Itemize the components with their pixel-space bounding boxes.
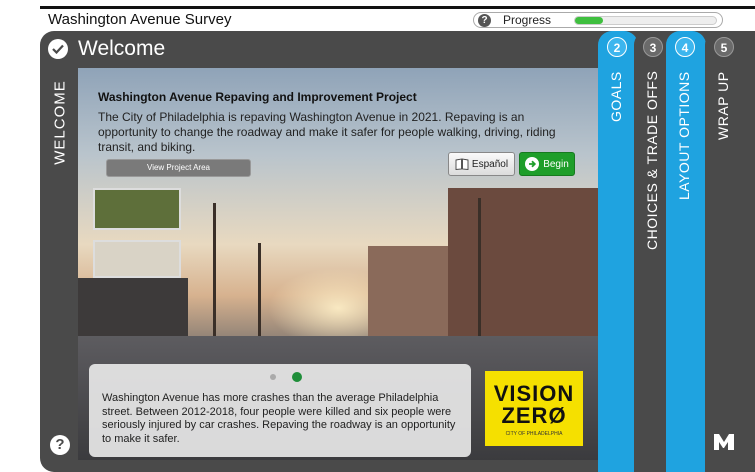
step-label: GOALS — [608, 71, 624, 122]
vision-zero-logo: VISION ZERØ CITY OF PHILADELPHIA — [485, 371, 583, 446]
step-number: 2 — [607, 37, 627, 57]
step-tab-goals[interactable]: 2 GOALS — [598, 31, 638, 472]
begin-label: Begin — [543, 158, 569, 170]
billboard-image — [93, 188, 181, 230]
book-icon — [455, 158, 469, 170]
carousel-dot[interactable] — [270, 374, 276, 380]
progress-help-icon[interactable]: ? — [478, 14, 491, 27]
brand-logo-icon — [714, 434, 734, 450]
view-project-area-button[interactable]: View Project Area — [106, 159, 251, 177]
check-icon — [48, 39, 68, 59]
intro-title: Washington Avenue Repaving and Improveme… — [98, 90, 417, 104]
step-label: LAYOUT OPTIONS — [676, 71, 692, 200]
welcome-side-tab[interactable]: WELCOME — [49, 80, 71, 170]
stat-text: Washington Avenue has more crashes than … — [102, 392, 456, 445]
progress-indicator: ? Progress — [473, 12, 723, 28]
progress-fill — [575, 17, 604, 24]
step-label: WRAP UP — [715, 71, 731, 140]
survey-title: Washington Avenue Survey — [48, 11, 232, 28]
espanol-button[interactable]: Español — [448, 152, 515, 176]
progress-track — [574, 16, 717, 25]
step-label: CHOICES & TRADE OFFS — [644, 70, 660, 250]
begin-button[interactable]: Begin — [519, 152, 575, 176]
welcome-side-label: WELCOME — [51, 80, 69, 165]
top-bar: Washington Avenue Survey ? Progress — [0, 0, 755, 30]
step-number: 3 — [643, 37, 663, 57]
vision-zero-logo-line2: ZERØ — [501, 403, 567, 428]
carousel-dots — [270, 372, 302, 382]
step-tab-wrap-up[interactable]: 5 WRAP UP — [705, 31, 745, 472]
blinds-sign-image — [93, 240, 181, 278]
step-number: 4 — [675, 37, 695, 57]
welcome-title: Welcome — [78, 37, 166, 60]
step-number: 5 — [714, 37, 734, 57]
carousel-dot-active[interactable] — [292, 372, 302, 382]
step-tab-layout-options[interactable]: 4 LAYOUT OPTIONS — [666, 31, 706, 472]
arrow-right-icon — [525, 157, 540, 171]
espanol-label: Español — [471, 158, 509, 170]
help-button[interactable]: ? — [50, 435, 70, 455]
welcome-header: Welcome — [48, 37, 165, 61]
top-divider — [40, 6, 755, 9]
intro-body: The City of Philadelphia is repaving Was… — [98, 110, 556, 154]
vision-zero-logo-line3: CITY OF PHILADELPHIA — [505, 431, 563, 437]
progress-label: Progress — [503, 13, 552, 27]
